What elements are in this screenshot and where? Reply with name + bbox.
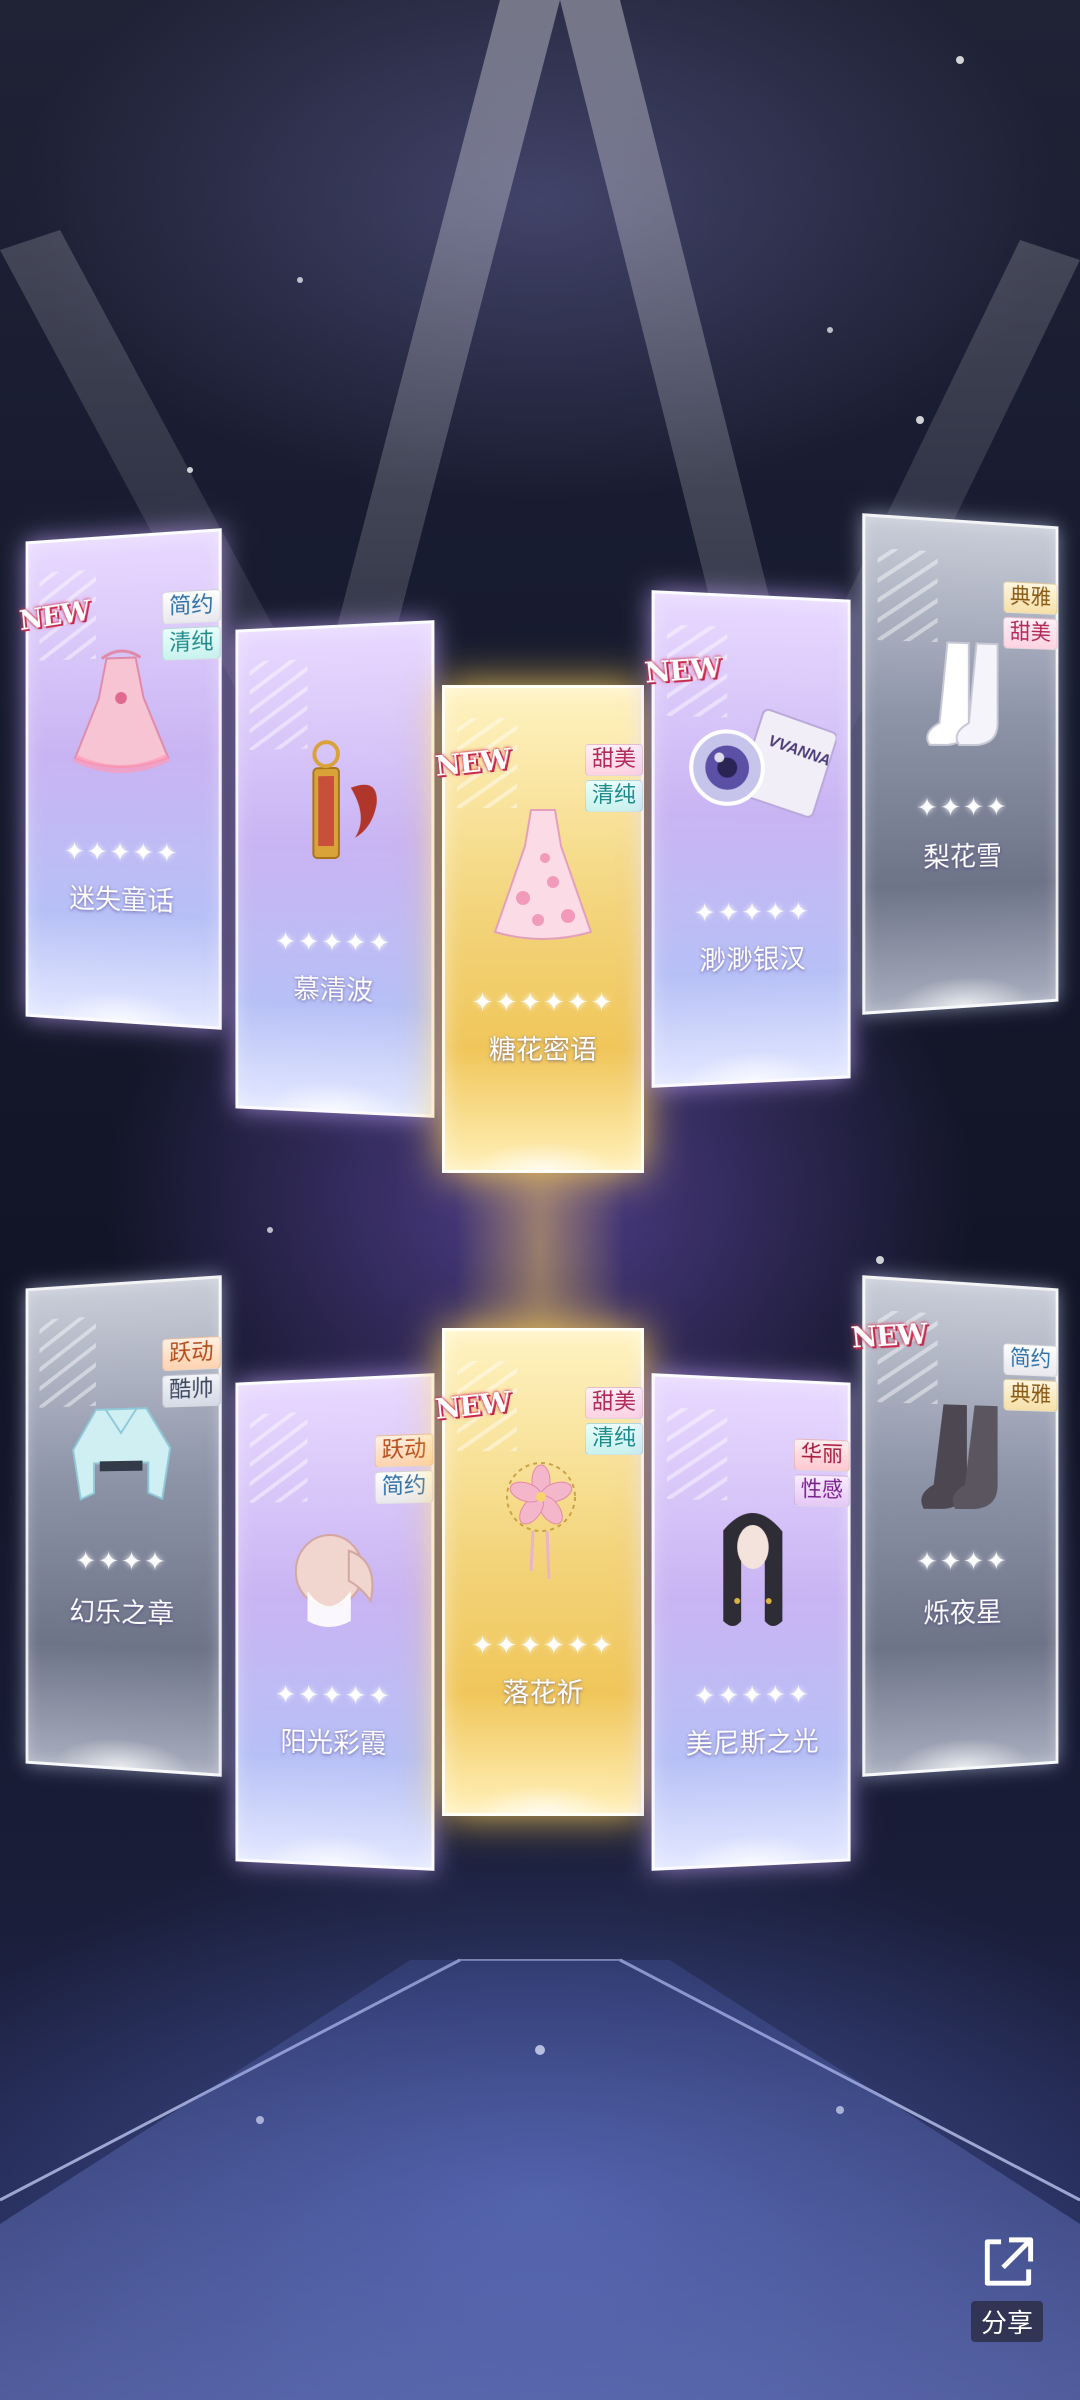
hair-icon — [275, 1510, 393, 1628]
style-tag: 跃动 — [374, 1433, 434, 1468]
item-card-9[interactable]: 华丽 性感 ✦✦✦✦✦ 美尼斯之光 — [651, 1373, 851, 1871]
style-tags: 跃动 简约 — [374, 1433, 434, 1505]
card-sparkle — [654, 987, 848, 1085]
long-hair-icon — [723, 1512, 783, 1627]
card-stripes — [249, 1412, 308, 1503]
card-sparkle — [238, 1017, 432, 1115]
item-name: 梨花雪 — [923, 841, 1002, 875]
stockings-icon — [904, 621, 1020, 773]
item-name: 落花祈 — [502, 1678, 584, 1709]
dark-stockings-icon — [921, 1403, 998, 1510]
item-name: 阳光彩霞 — [280, 1726, 387, 1761]
style-tag: 华丽 — [794, 1438, 850, 1472]
rarity-stars: ✦✦✦✦✦ — [64, 837, 180, 870]
style-tag: 简约 — [162, 588, 221, 625]
card-sparkle — [654, 1770, 848, 1868]
item-card-2[interactable]: ✦✦✦✦✦ 慕清波 — [235, 620, 435, 1118]
item-name: 渺渺银汉 — [699, 943, 806, 978]
style-tags: 甜美 清纯 — [584, 1387, 643, 1455]
rarity-stars: ✦✦✦✦✦ — [693, 1680, 811, 1713]
jacket-icon — [64, 1383, 180, 1535]
stage-floor — [0, 1960, 1080, 2400]
dress-icon — [64, 636, 180, 788]
style-tag: 典雅 — [1003, 581, 1058, 616]
gown-icon — [493, 809, 593, 940]
card-sparkle — [865, 911, 1056, 1012]
item-name: 美尼斯之光 — [685, 1726, 819, 1761]
card-sparkle — [865, 1673, 1056, 1774]
item-card-8[interactable]: NEW 甜美 清纯 ✦✦✦✦✦✦ 落花祈 — [433, 1328, 644, 1816]
item-card-3[interactable]: NEW 甜美 清纯 ✦✦✦✦✦✦ 糖花密语 — [433, 685, 644, 1173]
item-card-4[interactable]: NEW VVANNA ✦✦✦✦✦ 渺渺银汉 — [643, 590, 851, 1088]
flower-hairpin-icon — [506, 1462, 576, 1580]
item-name: 幻乐之章 — [69, 1596, 175, 1631]
card-sparkle — [28, 1673, 219, 1774]
rarity-stars: ✦✦✦✦✦✦ — [471, 1631, 615, 1661]
item-name: 迷失童话 — [69, 883, 175, 919]
style-tag: 甜美 — [584, 744, 643, 776]
item-card-5[interactable]: 典雅 甜美 ✦✦✦✦ 梨花雪 — [862, 513, 1059, 1015]
new-badge: NEW — [642, 650, 723, 690]
style-tag: 简约 — [1003, 1343, 1058, 1378]
share-icon — [984, 2237, 1034, 2286]
style-tag: 简约 — [374, 1470, 434, 1505]
share-button[interactable]: 分享 — [964, 2232, 1050, 2342]
rarity-stars: ✦✦✦✦✦✦ — [471, 988, 615, 1018]
item-card-1[interactable]: NEW 简约 清纯 ✦✦✦✦✦ 迷失童话 — [18, 528, 222, 1030]
style-tag: 跃动 — [162, 1335, 221, 1372]
rarity-stars: ✦✦✦✦ — [75, 1546, 168, 1578]
item-name: 慕清波 — [293, 974, 374, 1008]
share-label: 分享 — [970, 2301, 1043, 2342]
item-name: 糖花密语 — [489, 1035, 597, 1066]
item-card-7[interactable]: 跃动 简约 ✦✦✦✦✦ 阳光彩霞 — [235, 1373, 435, 1871]
card-sparkle — [28, 926, 219, 1027]
item-card-10[interactable]: NEW 简约 典雅 ✦✦✦✦ 烁夜星 — [849, 1275, 1059, 1777]
contact-lens-icon: VVANNA — [679, 696, 837, 848]
card-sparkle — [445, 1723, 641, 1813]
card-sparkle — [445, 1080, 641, 1170]
rarity-stars: ✦✦✦✦✦ — [693, 897, 811, 930]
card-stripes — [666, 1407, 728, 1501]
new-badge: NEW — [849, 1316, 929, 1355]
rarity-stars: ✦✦✦✦ — [916, 1546, 1009, 1578]
rarity-stars: ✦✦✦✦✦ — [275, 927, 393, 960]
item-name: 烁夜星 — [923, 1597, 1002, 1631]
lipstick-icon — [275, 726, 377, 878]
item-card-6[interactable]: 跃动 酷帅 ✦✦✦✦ 幻乐之章 — [25, 1275, 222, 1777]
rarity-stars: ✦✦✦✦✦ — [275, 1680, 393, 1713]
card-sparkle — [238, 1770, 432, 1868]
rarity-stars: ✦✦✦✦ — [916, 792, 1009, 824]
style-tag: 甜美 — [584, 1387, 643, 1419]
